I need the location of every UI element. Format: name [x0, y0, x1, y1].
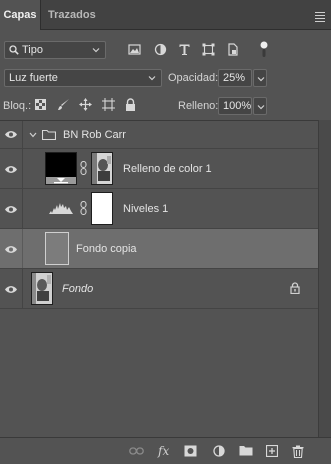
tab-paths[interactable]: Trazados [48, 0, 96, 30]
link-layers-icon[interactable] [129, 445, 144, 457]
layer-name: BN Rob Carr [63, 129, 126, 141]
panel-menu-icon[interactable] [315, 12, 325, 24]
photo-mask-image [92, 153, 112, 184]
layer-row-levels[interactable]: Niveles 1 [0, 189, 318, 229]
smart-object-filter-icon[interactable] [226, 43, 239, 56]
layer-name: Fondo copia [76, 243, 137, 255]
add-mask-icon[interactable] [184, 445, 197, 457]
chevron-down-icon [257, 77, 265, 82]
new-group-icon[interactable] [239, 445, 253, 456]
opacity-input[interactable]: 25% [218, 69, 252, 87]
color-fill-thumbnail[interactable] [45, 152, 77, 185]
chevron-down-icon [257, 105, 265, 110]
fill-slider-button[interactable] [253, 97, 267, 115]
fill-swatch-icon [46, 177, 76, 184]
lock-paint-icon[interactable] [57, 98, 70, 111]
fx-icon[interactable]: fx [158, 444, 169, 458]
layer-name: Relleno de color 1 [123, 163, 212, 175]
panel-footer: fx [0, 437, 331, 464]
link-icon[interactable] [80, 161, 87, 175]
filter-kind-label: Tipo [22, 44, 43, 56]
layers-scrollbar[interactable] [318, 120, 331, 437]
eye-icon [5, 166, 17, 173]
search-icon [9, 45, 19, 55]
lock-transparency-icon[interactable] [35, 99, 46, 110]
layer-name: Niveles 1 [123, 203, 169, 215]
fill-label: Relleno: [178, 100, 219, 112]
link-icon[interactable] [80, 201, 87, 215]
layer-row-fill[interactable]: Relleno de color 1 [0, 149, 318, 189]
eye-icon [5, 206, 17, 213]
tab-layers[interactable]: Capas [0, 0, 41, 30]
eye-icon [5, 131, 17, 138]
layer-name: Fondo [62, 283, 94, 295]
layer-row-background[interactable]: Fondo [0, 269, 318, 309]
levels-histogram-icon [49, 203, 73, 214]
blend-mode-select[interactable]: Luz fuerte [4, 69, 162, 87]
photo-thumbnail-image [32, 273, 52, 304]
layer-thumbnail[interactable] [45, 232, 69, 265]
chevron-down-icon [148, 76, 156, 81]
layers-list: BN Rob Carr Relleno de color 1 Niveles 1… [0, 120, 331, 437]
adjustment-filter-icon[interactable] [154, 43, 167, 56]
opacity-slider-button[interactable] [253, 69, 267, 87]
visibility-toggle[interactable] [0, 269, 22, 308]
layer-thumbnail[interactable] [31, 272, 53, 305]
visibility-toggle[interactable] [0, 149, 22, 188]
lock-artboard-icon[interactable] [102, 98, 115, 111]
chevron-down-icon [92, 48, 100, 53]
filter-toggle-switch[interactable] [260, 41, 268, 58]
opacity-label: Opacidad: [168, 72, 219, 84]
image-filter-icon[interactable] [128, 43, 141, 56]
visibility-toggle[interactable] [0, 229, 22, 268]
lock-icon [290, 282, 300, 294]
new-layer-icon[interactable] [266, 445, 278, 457]
visibility-toggle[interactable] [0, 189, 22, 228]
delete-layer-icon[interactable] [292, 445, 304, 458]
visibility-toggle[interactable] [0, 121, 22, 148]
shape-filter-icon[interactable] [202, 43, 215, 56]
eye-icon [5, 286, 17, 293]
filter-kind-select[interactable]: Tipo [4, 41, 106, 59]
folder-icon [42, 129, 56, 140]
mask-thumbnail[interactable] [91, 192, 113, 225]
mask-thumbnail[interactable] [91, 152, 113, 185]
panel-tab-bar: Capas Trazados [0, 0, 331, 30]
opacity-value: 25% [223, 72, 246, 84]
lock-all-icon[interactable] [125, 98, 136, 111]
blend-mode-value: Luz fuerte [9, 72, 58, 84]
eye-icon [5, 246, 17, 253]
layer-row-background-copy[interactable]: Fondo copia [0, 229, 318, 269]
new-adjustment-icon[interactable] [213, 445, 226, 458]
fill-value: 100% [223, 100, 252, 112]
layer-row-group[interactable]: BN Rob Carr [0, 121, 318, 149]
lock-label: Bloq.: [3, 100, 32, 112]
chevron-down-icon[interactable] [29, 131, 37, 139]
type-filter-icon[interactable] [178, 43, 191, 56]
lock-position-icon[interactable] [79, 98, 92, 111]
fill-input[interactable]: 100% [218, 97, 252, 115]
